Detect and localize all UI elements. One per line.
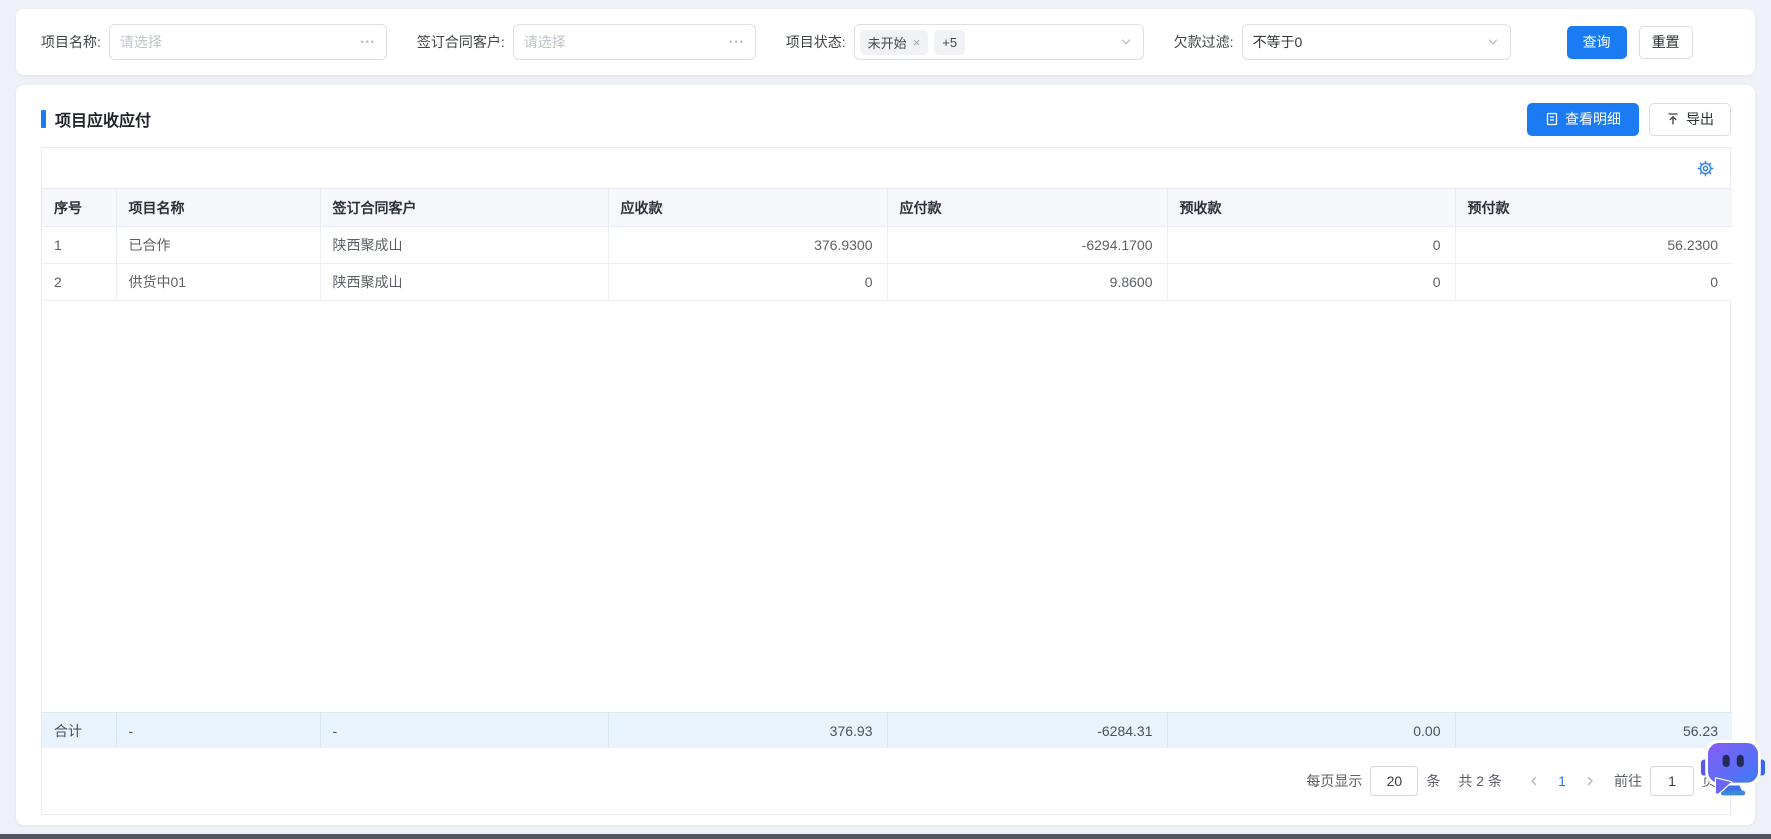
reset-button[interactable]: 重置 xyxy=(1638,25,1693,59)
cell-project-name: 供货中01 xyxy=(116,263,321,301)
contract-customer-select[interactable]: 请选择 ••• xyxy=(512,24,756,60)
prev-page-icon[interactable] xyxy=(1520,767,1548,795)
document-icon xyxy=(1545,112,1559,126)
project-name-select[interactable]: 请选择 ••• xyxy=(108,24,387,60)
summary-advance-receipt: 0.00 xyxy=(1167,712,1456,748)
summary-project-name: - xyxy=(116,712,321,748)
chevron-down-icon xyxy=(1486,35,1500,49)
project-name-placeholder: 请选择 xyxy=(119,34,162,50)
section-header: 项目应收应付 查看明细 导出 xyxy=(16,85,1755,137)
upload-icon xyxy=(1666,112,1680,126)
page: 项目名称: 请选择 ••• 签订合同客户: 请选择 ••• 项目状态: 未开始 … xyxy=(0,0,1771,839)
contract-customer-label: 签订合同客户: xyxy=(416,34,505,50)
cell-receivable: 376.9300 xyxy=(608,226,888,264)
debt-filter-select[interactable]: 不等于0 xyxy=(1241,24,1511,60)
per-page-unit: 条 xyxy=(1426,773,1441,789)
tag-close-icon[interactable]: × xyxy=(913,36,921,49)
status-tag-text: 未开始 xyxy=(867,35,907,51)
summary-prepayment: 56.23 xyxy=(1455,712,1732,748)
view-detail-label: 查看明细 xyxy=(1565,111,1621,127)
next-page-icon[interactable] xyxy=(1576,767,1604,795)
table-empty-space xyxy=(42,301,1730,712)
export-button[interactable]: 导出 xyxy=(1649,102,1731,136)
current-page[interactable]: 1 xyxy=(1548,773,1576,789)
cell-index: 2 xyxy=(42,263,117,301)
cell-receivable: 0 xyxy=(608,263,888,301)
data-table: 序号 项目名称 签订合同客户 应收款 应付款 预收款 预付款 1 已合作 陕西聚… xyxy=(42,188,1732,301)
table-header-row: 序号 项目名称 签订合同客户 应收款 应付款 预收款 预付款 xyxy=(42,188,1732,227)
status-tag-more-text: +5 xyxy=(942,34,958,50)
section-title: 项目应收应付 xyxy=(41,107,151,131)
filter-project-name: 项目名称: 请选择 ••• xyxy=(41,24,387,60)
status-tag: 未开始 × xyxy=(859,29,929,55)
filter-debt: 欠款过滤: 不等于0 xyxy=(1174,24,1511,60)
goto-page-input[interactable] xyxy=(1650,766,1694,796)
summary-contract-customer: - xyxy=(320,712,609,748)
cell-prepayment: 56.2300 xyxy=(1455,226,1732,264)
cell-advance-receipt: 0 xyxy=(1167,263,1456,301)
header-payable[interactable]: 应付款 xyxy=(887,188,1168,227)
summary-label: 合计 xyxy=(42,712,117,748)
page-size-input[interactable] xyxy=(1370,766,1419,796)
debt-filter-value: 不等于0 xyxy=(1252,34,1303,50)
export-label: 导出 xyxy=(1686,111,1714,127)
project-status-label: 项目状态: xyxy=(785,34,846,50)
total-count: 共 2 条 xyxy=(1458,773,1502,789)
cell-contract-customer: 陕西聚成山 xyxy=(320,263,609,301)
pagination: 每页显示 条 共 2 条 1 前往 页 xyxy=(42,748,1730,814)
view-detail-button[interactable]: 查看明细 xyxy=(1527,102,1639,136)
gear-icon[interactable] xyxy=(1697,160,1714,177)
summary-payable: -6284.31 xyxy=(887,712,1168,748)
table-toolbar xyxy=(42,148,1730,188)
window-bottom-edge xyxy=(0,834,1771,839)
header-receivable[interactable]: 应收款 xyxy=(608,188,888,227)
page-title: 项目应收应付 xyxy=(55,113,152,130)
table-row[interactable]: 1 已合作 陕西聚成山 376.9300 -6294.1700 0 56.230… xyxy=(42,226,1732,264)
ellipsis-icon: ••• xyxy=(360,37,376,47)
ellipsis-icon: ••• xyxy=(729,37,745,47)
contract-customer-placeholder: 请选择 xyxy=(523,34,566,50)
status-tag-more: +5 xyxy=(934,29,966,55)
project-status-select[interactable]: 未开始 × +5 xyxy=(853,24,1144,60)
main-panel: 项目应收应付 查看明细 导出 序号 项目名称 签订合同客户 应收款 应付款 预收… xyxy=(16,85,1755,825)
filter-bar: 项目名称: 请选择 ••• 签订合同客户: 请选择 ••• 项目状态: 未开始 … xyxy=(16,9,1755,75)
summary-row: 合计 - - 376.93 -6284.31 0.00 56.23 xyxy=(42,712,1732,748)
summary-receivable: 376.93 xyxy=(608,712,888,748)
debt-filter-label: 欠款过滤: xyxy=(1173,34,1234,50)
header-prepayment[interactable]: 预付款 xyxy=(1455,188,1732,227)
title-accent-bar xyxy=(41,110,46,128)
chat-robot-icon[interactable] xyxy=(1700,736,1766,805)
cell-project-name: 已合作 xyxy=(116,226,321,264)
table-container: 序号 项目名称 签订合同客户 应收款 应付款 预收款 预付款 1 已合作 陕西聚… xyxy=(41,147,1732,815)
cell-advance-receipt: 0 xyxy=(1167,226,1456,264)
filter-contract-customer: 签订合同客户: 请选择 ••• xyxy=(417,24,756,60)
cell-payable: 9.8600 xyxy=(887,263,1168,301)
cell-contract-customer: 陕西聚成山 xyxy=(320,226,609,264)
cell-prepayment: 0 xyxy=(1455,263,1732,301)
filter-project-status: 项目状态: 未开始 × +5 xyxy=(786,24,1144,60)
per-page-label: 每页显示 xyxy=(1306,773,1363,789)
cell-payable: -6294.1700 xyxy=(887,226,1168,264)
search-button[interactable]: 查询 xyxy=(1566,25,1627,59)
header-advance-receipt[interactable]: 预收款 xyxy=(1167,188,1456,227)
header-contract-customer[interactable]: 签订合同客户 xyxy=(320,188,609,227)
project-name-label: 项目名称: xyxy=(41,34,101,50)
chevron-down-icon xyxy=(1119,35,1133,49)
goto-label: 前往 xyxy=(1614,773,1642,789)
header-project-name[interactable]: 项目名称 xyxy=(116,188,321,227)
cell-index: 1 xyxy=(42,226,117,264)
table-row[interactable]: 2 供货中01 陕西聚成山 0 9.8600 0 0 xyxy=(42,263,1732,301)
header-index[interactable]: 序号 xyxy=(42,188,117,227)
